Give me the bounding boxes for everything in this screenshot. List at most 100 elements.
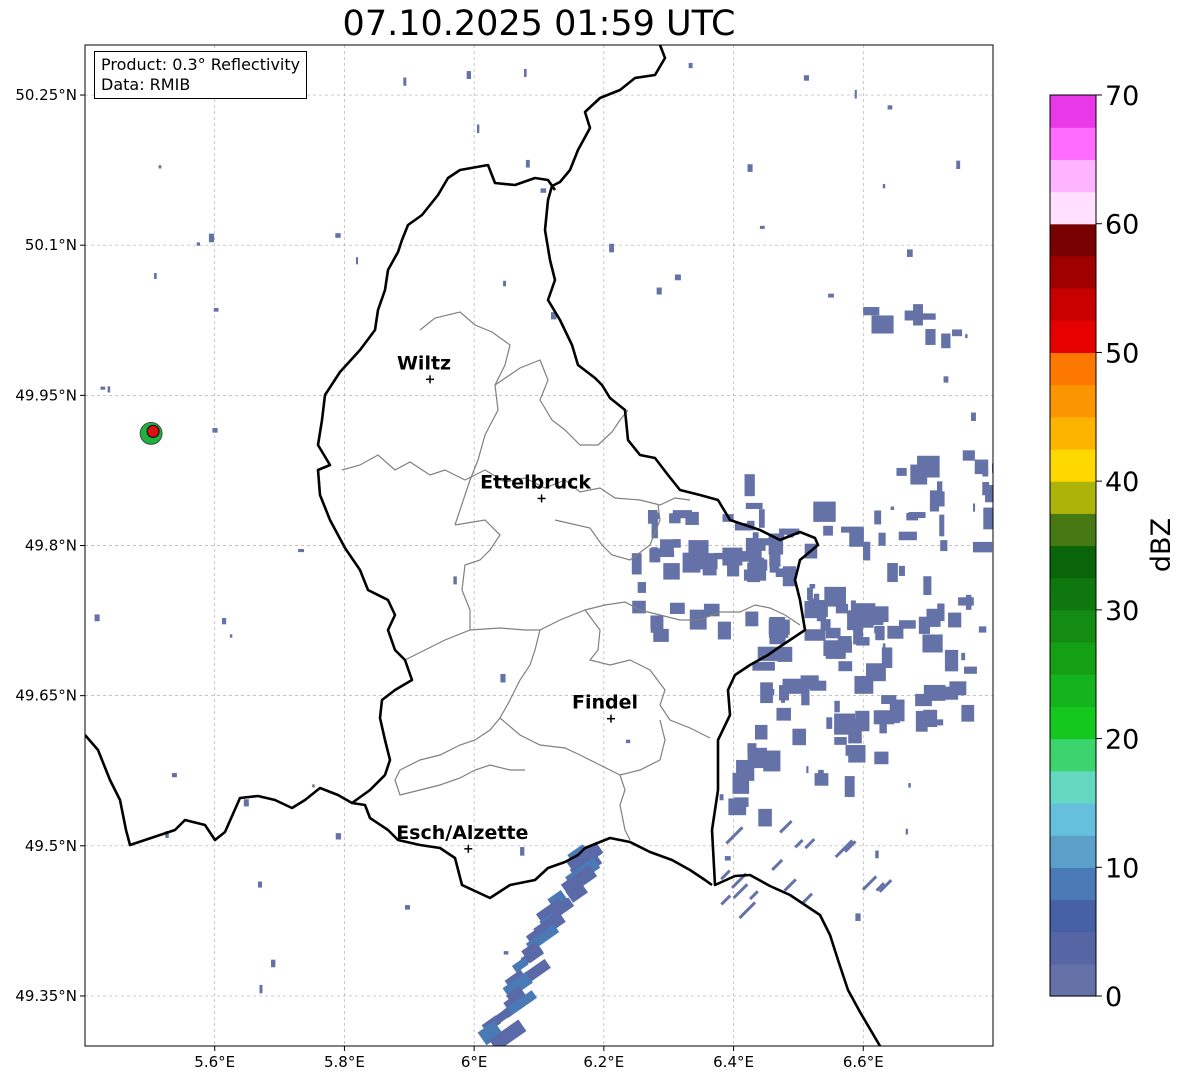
- echo-cell: [834, 700, 840, 713]
- echo-cell: [971, 412, 976, 421]
- echo-cell: [208, 233, 215, 243]
- echo-cell: [978, 626, 987, 633]
- echo-cell: [781, 696, 786, 703]
- echo-cell: [890, 506, 895, 511]
- echo-cell: [782, 566, 796, 587]
- lat-tick-label: 49.65°N: [15, 687, 77, 705]
- lat-tick-label: 49.95°N: [15, 386, 77, 404]
- echo-cell: [745, 502, 763, 510]
- echo-cell: [863, 307, 880, 316]
- echo-streak: [738, 901, 757, 920]
- echo-cell: [466, 71, 472, 79]
- echo-cell: [653, 628, 669, 642]
- colorbar-segment: [1050, 448, 1096, 482]
- echo-cell: [913, 304, 923, 326]
- echo-cell: [848, 744, 866, 763]
- product-label: Product: 0.3° Reflectivity: [101, 55, 301, 74]
- lon-tick-label: 5.6°E: [194, 1053, 235, 1071]
- echo-cell: [749, 542, 766, 551]
- echo-cell: [702, 568, 717, 576]
- echo-cell: [724, 856, 731, 861]
- echo-cell: [669, 513, 681, 524]
- echo-cell: [923, 684, 946, 701]
- echo-cell: [878, 532, 886, 546]
- echo-cell: [882, 184, 886, 189]
- echo-cell: [871, 315, 894, 334]
- echo-cell: [935, 719, 944, 726]
- echo-cell: [952, 329, 963, 337]
- colorbar-segment: [1050, 288, 1096, 321]
- echo-cell: [982, 470, 989, 477]
- echo-cell: [999, 605, 1014, 616]
- echo-cell: [806, 766, 809, 774]
- echo-cell: [862, 612, 884, 625]
- echo-cell: [855, 710, 870, 732]
- echo-cell: [748, 557, 765, 576]
- echo-cell: [961, 652, 966, 661]
- echo-cell: [854, 676, 874, 694]
- canton-line: [619, 774, 631, 841]
- echo-cell: [818, 769, 824, 779]
- echo-cell: [855, 913, 861, 921]
- echo-cell: [759, 225, 765, 229]
- echo-cell: [923, 576, 932, 595]
- echo-cell: [964, 666, 977, 674]
- colorbar-segment: [1050, 223, 1096, 257]
- echo-cell: [744, 474, 755, 497]
- colorbar-segment: [1050, 867, 1096, 901]
- colorbar-segment: [1050, 384, 1096, 418]
- colorbar-segment: [1050, 770, 1096, 804]
- echo-streak: [720, 894, 732, 906]
- colorbar-segment: [1050, 899, 1096, 933]
- echo-cell: [685, 511, 699, 525]
- echo-cell: [403, 77, 407, 86]
- colorbar-segment: [1050, 191, 1096, 225]
- colorbar-label: dBZ: [1146, 518, 1177, 572]
- echo-cell: [898, 565, 905, 576]
- echo-cell: [673, 539, 681, 548]
- echo-cell: [777, 646, 793, 662]
- colorbar-segment: [1050, 674, 1096, 707]
- echo-cell: [171, 772, 177, 778]
- data-source-label: Data: RMIB: [101, 75, 191, 94]
- echo-cell: [257, 881, 263, 888]
- echo-cell: [803, 75, 809, 81]
- echo-cell: [878, 710, 900, 724]
- echo-cell: [747, 164, 753, 172]
- echo-cell: [925, 329, 936, 345]
- colorbar-segment: [1050, 642, 1096, 675]
- echo-cell: [758, 808, 772, 827]
- echo-streak: [779, 819, 793, 834]
- lon-tick-label: 6.6°E: [843, 1053, 884, 1071]
- echo-cell: [908, 783, 911, 788]
- echo-cell: [792, 728, 807, 746]
- echo-streak: [725, 826, 744, 845]
- echo-cell: [856, 637, 870, 646]
- echo-cell: [719, 794, 724, 801]
- echo-streak: [771, 858, 784, 871]
- city-markers: Wiltz Ettelbruck Findel Esch/Alzette: [396, 352, 638, 853]
- echo-cell: [727, 556, 740, 577]
- city-label: Esch/Alzette: [396, 822, 528, 844]
- echo-cell: [717, 621, 731, 640]
- echo-cell: [688, 62, 693, 69]
- colorbar-segment: [1050, 159, 1096, 193]
- echo-cell: [940, 540, 948, 552]
- echo-cell: [625, 739, 631, 744]
- echo-cell: [944, 686, 959, 700]
- city-label: Findel: [572, 692, 638, 714]
- echo-cell: [782, 678, 804, 694]
- echo-cell: [823, 525, 833, 536]
- echo-cell: [763, 750, 781, 772]
- echo-cell: [826, 717, 833, 729]
- echo-cell: [996, 457, 1019, 464]
- echo-streak: [748, 890, 759, 901]
- echo-cell: [523, 68, 527, 77]
- lat-tick-label: 49.5°N: [25, 837, 77, 855]
- echo-cell: [154, 272, 157, 279]
- echo-cell: [908, 512, 926, 519]
- echo-cell: [961, 704, 975, 722]
- echo-cell: [158, 165, 162, 169]
- lon-tick-label: 6°E: [461, 1053, 488, 1071]
- canton-line: [399, 629, 541, 771]
